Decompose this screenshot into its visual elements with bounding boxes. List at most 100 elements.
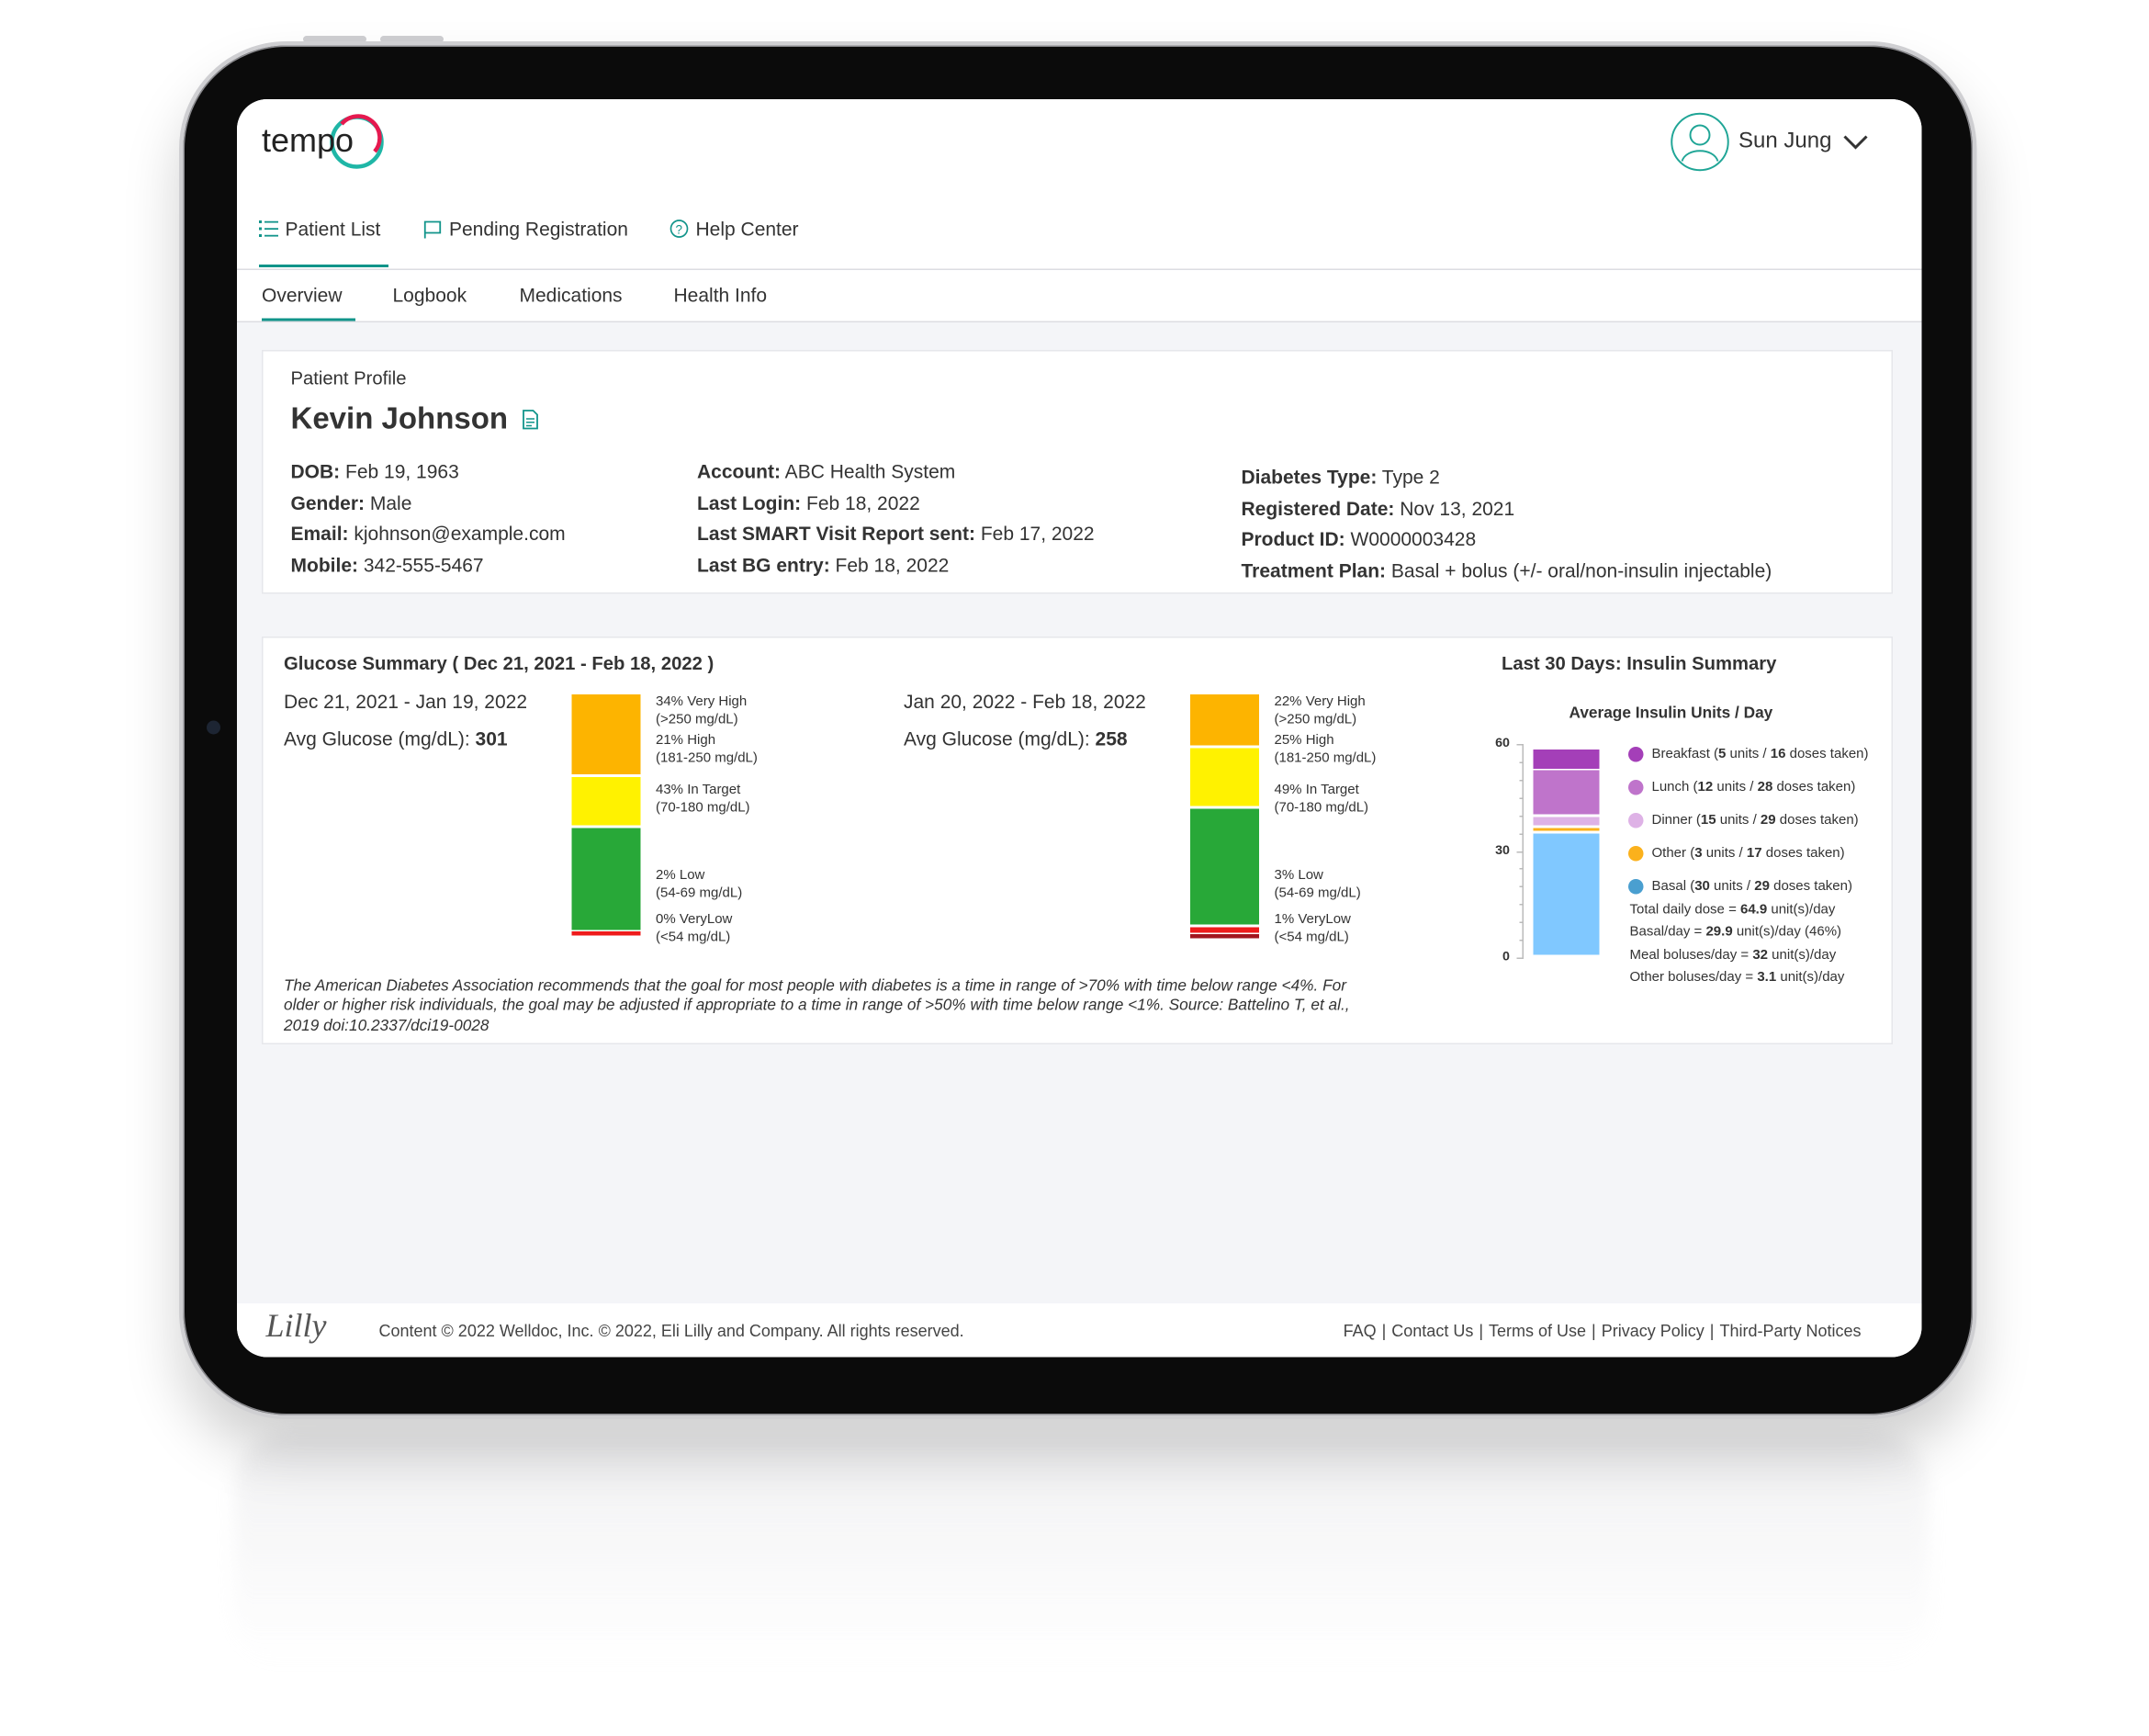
nav-patient-list[interactable]: Patient List: [259, 218, 380, 240]
y-tick: [1516, 851, 1524, 852]
glucose-bar-very_high: [571, 694, 641, 775]
footer-link-faq[interactable]: FAQ: [1344, 1322, 1377, 1341]
insulin-summary-line: Other boluses/day = 3.1 unit(s)/day: [1630, 970, 1845, 987]
summary-value: 3.1: [1757, 969, 1777, 986]
field-value: ABC Health System: [781, 460, 956, 482]
legend-swatch: [1628, 813, 1644, 829]
profile-field: Account: ABC Health System: [697, 460, 955, 482]
help-circle-icon: ?: [669, 220, 689, 238]
units: 12: [1697, 780, 1714, 795]
avg-value: 258: [1095, 727, 1128, 750]
ada-footnote: The American Diabetes Association recomm…: [284, 978, 1350, 1034]
avg-glucose: Avg Glucose (mg/dL): 258: [904, 727, 1128, 750]
field-label: Last SMART Visit Report sent:: [697, 522, 975, 545]
footer: Lilly Content © 2022 Welldoc, Inc. © 202…: [237, 1303, 1922, 1358]
insulin-bar-other: [1533, 828, 1600, 831]
document-icon[interactable]: [522, 409, 538, 430]
segment-pct: 0% VeryLow: [656, 912, 733, 928]
profile-field: Gender: Male: [291, 491, 412, 513]
series-name: Breakfast: [1651, 747, 1710, 762]
segment-range: (181-250 mg/dL): [1274, 750, 1377, 766]
field-value: 342-555-5467: [358, 553, 484, 576]
units: 3: [1694, 846, 1703, 862]
segment-range: (>250 mg/dL): [656, 711, 738, 727]
legend-breakfast: Breakfast (5 units / 16 doses taken): [1628, 747, 1869, 762]
period-range: Dec 21, 2021 - Jan 19, 2022: [284, 690, 528, 713]
insulin-bar-dinner: [1533, 817, 1600, 826]
series-name: Basal: [1651, 879, 1687, 895]
tab-overview[interactable]: Overview: [262, 284, 343, 306]
separator: |: [1381, 1321, 1387, 1341]
glucose-segment-label: 43% In Target (70-180 mg/dL): [656, 783, 750, 817]
y-tick: [1516, 744, 1524, 746]
y-tick: [1519, 832, 1524, 835]
summary-unit: unit(s)/day: [1768, 947, 1837, 963]
glucose-segment-label: 21% High (181-250 mg/dL): [656, 733, 758, 768]
y-tick-label: 60: [1495, 736, 1510, 751]
profile-field: Last SMART Visit Report sent: Feb 17, 20…: [697, 523, 1095, 545]
field-label: Email:: [290, 522, 349, 545]
chevron-down-icon[interactable]: [1840, 132, 1870, 152]
profile-field: Treatment Plan: Basal + bolus (+/- oral/…: [1242, 558, 1772, 581]
field-value: Basal + bolus (+/- oral/non-insulin inje…: [1386, 558, 1772, 581]
nav-pending-registration[interactable]: Pending Registration: [423, 218, 628, 240]
user-name: Sun Jung: [1738, 130, 1832, 153]
user-menu[interactable]: Sun Jung: [1670, 112, 1870, 173]
separator: |: [1479, 1321, 1484, 1341]
profile-field: Product ID: W0000003428: [1242, 528, 1477, 550]
svg-text:?: ?: [675, 222, 682, 236]
y-tick: [1519, 904, 1524, 906]
glucose-segment-label: 2% Low (54-69 mg/dL): [656, 868, 742, 903]
units: 15: [1700, 813, 1716, 829]
legend-other: Other (3 units / 17 doses taken): [1628, 846, 1845, 862]
tab-logbook[interactable]: Logbook: [393, 284, 467, 306]
glucose-bar-low: [1190, 927, 1259, 933]
legend-text: Basal (30 units / 29 doses taken): [1651, 879, 1853, 895]
segment-pct: 2% Low: [656, 868, 705, 884]
legend-lunch: Lunch (12 units / 28 doses taken): [1628, 780, 1855, 795]
footer-link-third-party-notices[interactable]: Third-Party Notices: [1719, 1322, 1861, 1341]
y-tick-label: 0: [1502, 949, 1510, 965]
glucose-segment-label: 34% Very High (>250 mg/dL): [656, 694, 747, 729]
segment-range: (181-250 mg/dL): [656, 750, 758, 766]
divider: [237, 268, 1922, 270]
segment-pct: 21% High: [656, 733, 716, 749]
profile-field: Mobile: 342-555-5467: [291, 553, 484, 575]
period-range: Jan 20, 2022 - Feb 18, 2022: [904, 690, 1146, 713]
footer-link-terms-of-use[interactable]: Terms of Use: [1489, 1322, 1586, 1341]
glucose-bar-target: [571, 828, 641, 930]
insulin-chart-title: Average Insulin Units / Day: [1569, 705, 1773, 722]
glucose-summary-card: Glucose Summary ( Dec 21, 2021 - Feb 18,…: [262, 637, 1893, 1044]
field-label: Diabetes Type:: [1241, 466, 1378, 488]
insulin-summary-line: Total daily dose = 64.9 unit(s)/day: [1630, 903, 1836, 920]
legend-dinner: Dinner (15 units / 29 doses taken): [1628, 813, 1859, 829]
glucose-bar-very_low: [1190, 934, 1259, 939]
field-value: Feb 19, 1963: [340, 460, 459, 482]
profile-field: Email: kjohnson@example.com: [291, 523, 566, 545]
nav-help-center[interactable]: ? Help Center: [669, 218, 799, 240]
segment-pct: 3% Low: [1274, 868, 1323, 884]
field-label: Last Login:: [697, 490, 802, 513]
tab-health-info[interactable]: Health Info: [674, 284, 768, 306]
field-value: Feb 17, 2022: [975, 522, 1095, 545]
device-reflection: [234, 1433, 1929, 1667]
list-icon: [259, 220, 278, 237]
segment-pct: 22% Very High: [1274, 694, 1366, 710]
field-value: kjohnson@example.com: [348, 522, 566, 545]
segment-pct: 49% In Target: [1274, 783, 1359, 798]
avg-value: 301: [475, 727, 508, 750]
series-name: Lunch: [1651, 780, 1690, 795]
glucose-bar-target: [1190, 808, 1259, 926]
profile-field: Last BG entry: Feb 18, 2022: [697, 553, 949, 575]
tempo-logo[interactable]: tempo: [259, 110, 390, 176]
doses: 16: [1770, 747, 1786, 762]
camera: [207, 720, 220, 735]
legend-text: Breakfast (5 units / 16 doses taken): [1651, 747, 1869, 762]
doses: 17: [1746, 846, 1762, 862]
summary-value: 29.9: [1705, 924, 1733, 941]
segment-range: (54-69 mg/dL): [1274, 885, 1361, 901]
footer-link-contact-us[interactable]: Contact Us: [1391, 1322, 1473, 1341]
profile-field: Registered Date: Nov 13, 2021: [1242, 497, 1515, 519]
footer-link-privacy-policy[interactable]: Privacy Policy: [1602, 1322, 1705, 1341]
tab-medications[interactable]: Medications: [520, 284, 623, 306]
